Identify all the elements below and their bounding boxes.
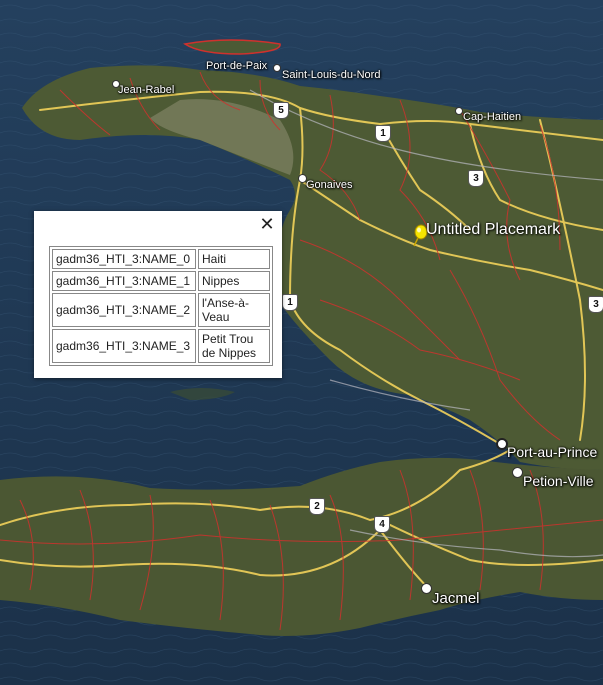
city-marker-jacmel bbox=[421, 583, 432, 594]
attribute-key: gadm36_HTI_3:NAME_0 bbox=[52, 249, 196, 269]
route-shield-3-east: 3 bbox=[588, 296, 603, 313]
route-shield-1-north: 1 bbox=[375, 125, 391, 142]
route-shield-5: 5 bbox=[273, 102, 289, 119]
route-shield-2: 2 bbox=[309, 498, 325, 515]
attribute-key: gadm36_HTI_3:NAME_2 bbox=[52, 293, 196, 327]
table-row: gadm36_HTI_3:NAME_2 l'Anse-à-Veau bbox=[52, 293, 270, 327]
route-shield-3-north: 3 bbox=[468, 170, 484, 187]
city-label-saint-louis-du-nord: Saint-Louis-du-Nord bbox=[282, 69, 381, 81]
close-icon[interactable]: ✕ bbox=[256, 213, 278, 235]
route-shield-4: 4 bbox=[374, 516, 390, 533]
city-label-cap-haitien: Cap-Haitien bbox=[463, 111, 522, 123]
table-row: gadm36_HTI_3:NAME_0 Haiti bbox=[52, 249, 270, 269]
route-shield-1-west: 1 bbox=[282, 294, 298, 311]
city-marker-cap-haitien bbox=[455, 107, 463, 115]
table-row: gadm36_HTI_3:NAME_1 Nippes bbox=[52, 271, 270, 291]
city-label-port-de-paix: Port-de-Paix bbox=[206, 60, 268, 72]
city-marker-petion-ville bbox=[512, 467, 523, 478]
attribute-key: gadm36_HTI_3:NAME_3 bbox=[52, 329, 196, 363]
city-label-port-au-prince: Port-au-Prince bbox=[507, 444, 598, 460]
city-label-jacmel: Jacmel bbox=[432, 590, 480, 607]
placemark-label[interactable]: Untitled Placemark bbox=[426, 221, 560, 239]
attribute-key: gadm36_HTI_3:NAME_1 bbox=[52, 271, 196, 291]
attribute-value: Nippes bbox=[198, 271, 270, 291]
attribute-value: Petit Trou de Nippes bbox=[198, 329, 270, 363]
city-label-jean-rabel: Jean-Rabel bbox=[118, 84, 175, 96]
table-row: gadm36_HTI_3:NAME_3 Petit Trou de Nippes bbox=[52, 329, 270, 363]
attribute-table: gadm36_HTI_3:NAME_0 Haiti gadm36_HTI_3:N… bbox=[49, 246, 273, 366]
city-marker-port-de-paix bbox=[273, 64, 281, 72]
attribute-value: l'Anse-à-Veau bbox=[198, 293, 270, 327]
city-label-gonaives: Gonaives bbox=[306, 179, 353, 191]
city-label-petion-ville: Petion-Ville bbox=[523, 473, 594, 489]
info-balloon: ✕ gadm36_HTI_3:NAME_0 Haiti gadm36_HTI_3… bbox=[34, 211, 282, 378]
attribute-value: Haiti bbox=[198, 249, 270, 269]
